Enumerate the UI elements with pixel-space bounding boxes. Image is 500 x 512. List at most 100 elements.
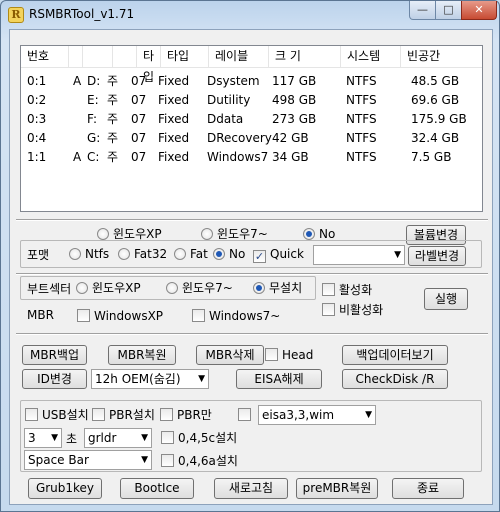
row-kind: 주: [107, 112, 119, 126]
checkbox-icon: [161, 431, 174, 444]
boot-radio-xp[interactable]: 윈도우XP: [76, 280, 141, 296]
app-logo-icon: R: [8, 7, 24, 23]
id-change-button[interactable]: ID변경: [22, 369, 87, 389]
mbr-xp-checkbox[interactable]: WindowsXP: [77, 308, 163, 324]
mbr-backup-button[interactable]: MBR백업: [22, 345, 87, 365]
row-code: 07: [131, 93, 147, 107]
mbr-7-checkbox[interactable]: Windows7~: [192, 308, 280, 324]
oem-combo[interactable]: 12h OEM(숨김) ▼: [91, 369, 209, 389]
checkdisk-button[interactable]: CheckDisk /R: [342, 369, 448, 389]
row-label: Dutility: [207, 93, 251, 107]
row-drive: G:: [87, 131, 101, 145]
v045c-checkbox[interactable]: 0,4,5c설치: [161, 430, 237, 446]
volume-label-combo[interactable]: ▼: [313, 245, 405, 265]
format-radio-no[interactable]: No: [213, 246, 245, 262]
row-type: Fixed: [158, 131, 190, 145]
row-size: 34 GB: [272, 150, 309, 164]
row-number: 0:1: [27, 74, 47, 88]
eisa-combo[interactable]: eisa3,3,wim ▼: [258, 405, 376, 425]
usb-install-checkbox[interactable]: USB설치: [25, 407, 89, 423]
checkbox-icon: [192, 309, 205, 322]
v046a-checkbox[interactable]: 0,4,6a설치: [161, 453, 238, 469]
column-label[interactable]: 레이블: [209, 46, 269, 68]
format-radio-fat[interactable]: Fat: [174, 246, 208, 262]
column-blank-1[interactable]: [69, 46, 83, 68]
deactivate-checkbox[interactable]: 비활성화: [322, 302, 383, 318]
window-title: RSMBRTool_v1.71: [29, 7, 135, 21]
boot-radio-none[interactable]: 무설치: [253, 280, 302, 296]
column-blank-2[interactable]: [83, 46, 113, 68]
volume-radio-xp-label: 윈도우XP: [113, 227, 162, 241]
pbr-install-checkbox[interactable]: PBR설치: [92, 407, 155, 423]
chevron-down-icon: ▼: [141, 433, 148, 443]
pbr-only-checkbox[interactable]: PBR만: [160, 407, 212, 423]
mbr-delete-button[interactable]: MBR삭제: [196, 345, 264, 365]
row-code: 07: [131, 131, 147, 145]
chevron-down-icon: ▼: [198, 374, 205, 384]
bootsector-label: 부트섹터: [27, 282, 72, 296]
table-row[interactable]: 0:1 A D: 주 07 Fixed Dsystem 117 GB NTFS 48.5 GB: [21, 72, 482, 91]
table-row[interactable]: 0:2 E: 주 07 Fixed Dutility 498 GB NTFS 69.6 GB: [21, 91, 482, 110]
column-free-space[interactable]: 빈공간: [401, 46, 482, 68]
row-code: 07: [131, 112, 147, 126]
row-label: DRecovery: [207, 131, 272, 145]
quick-label: Quick: [270, 247, 304, 261]
head-label: Head: [282, 348, 314, 362]
label-change-button[interactable]: 라벨변경: [408, 246, 466, 266]
key-combo[interactable]: Space Bar ▼: [24, 450, 152, 470]
grub1key-button[interactable]: Grub1key: [28, 478, 102, 499]
row-kind: 주: [107, 150, 119, 164]
head-checkbox[interactable]: Head: [265, 347, 313, 363]
row-drive: D:: [87, 74, 101, 88]
table-row[interactable]: 0:4 G: 주 07 Fixed DRecovery 42 GB NTFS 32.4 GB: [21, 129, 482, 148]
column-blank-4[interactable]: 타입: [137, 46, 161, 84]
column-number[interactable]: 번호: [21, 46, 69, 68]
checkmark-icon: ✓: [253, 250, 266, 263]
chevron-down-icon: ▼: [365, 410, 372, 420]
checkbox-icon: [160, 408, 173, 421]
row-free: 69.6 GB: [411, 93, 460, 107]
bootice-button[interactable]: BootIce: [120, 478, 194, 499]
checkbox-icon: [265, 348, 278, 361]
exit-button[interactable]: 종료: [392, 478, 464, 499]
radio-icon: [69, 248, 81, 260]
column-size[interactable]: 크 기: [269, 46, 341, 68]
boot-radio-7[interactable]: 윈도우7~: [166, 280, 233, 296]
quick-format-checkbox[interactable]: ✓ Quick: [253, 246, 304, 263]
column-filesystem[interactable]: 시스템: [341, 46, 401, 68]
row-drive: E:: [87, 93, 99, 107]
table-row[interactable]: 1:1 A C: 주 07 Fixed Windows7 34 GB NTFS 7.5 GB: [21, 148, 482, 167]
premb-restore-button[interactable]: preMBR복원: [296, 478, 378, 499]
table-row[interactable]: 0:3 F: 주 07 Fixed Ddata 273 GB NTFS 175.9 GB: [21, 110, 482, 129]
partition-list[interactable]: 번호 타입 타입 레이블 크 기 시스템 빈공간 0:1 A D: 주 07 Fixed D…: [20, 45, 483, 212]
column-type[interactable]: 타입: [161, 46, 209, 68]
run-button[interactable]: 실행: [424, 288, 468, 310]
boot-7-label: 윈도우7~: [182, 281, 233, 295]
eisa-release-button[interactable]: EISA해제: [236, 369, 322, 389]
refresh-button[interactable]: 새로고침: [214, 478, 288, 499]
minimize-button[interactable]: —: [409, 1, 436, 20]
title-bar[interactable]: R RSMBRTool_v1.71 — □ ✕: [1, 1, 499, 29]
format-radio-ntfs[interactable]: Ntfs: [69, 246, 109, 262]
volume-radio-7-label: 윈도우7~: [217, 227, 268, 241]
activate-label: 활성화: [339, 283, 373, 297]
radio-icon: [174, 248, 186, 260]
loader-combo[interactable]: grldr ▼: [84, 428, 152, 448]
row-free: 48.5 GB: [411, 74, 460, 88]
row-number: 1:1: [27, 150, 47, 164]
oem-combo-value: 12h OEM(숨김): [95, 372, 181, 386]
chevron-down-icon: ▼: [51, 433, 58, 443]
format-radio-fat32[interactable]: Fat32: [118, 246, 167, 262]
activate-checkbox[interactable]: 활성화: [322, 282, 372, 298]
loader-combo-value: grldr: [88, 431, 117, 445]
mbr-7-label: Windows7~: [209, 309, 281, 323]
column-blank-3[interactable]: [113, 46, 137, 68]
seconds-combo[interactable]: 3 ▼: [24, 428, 62, 448]
view-backup-button[interactable]: 백업데이터보기: [342, 345, 448, 365]
close-button[interactable]: ✕: [461, 1, 497, 20]
maximize-button[interactable]: □: [435, 1, 462, 20]
boot-xp-label: 윈도우XP: [92, 281, 141, 295]
mbr-restore-button[interactable]: MBR복원: [108, 345, 176, 365]
checkbox-icon: [322, 303, 335, 316]
eisa-checkbox[interactable]: [238, 407, 255, 423]
